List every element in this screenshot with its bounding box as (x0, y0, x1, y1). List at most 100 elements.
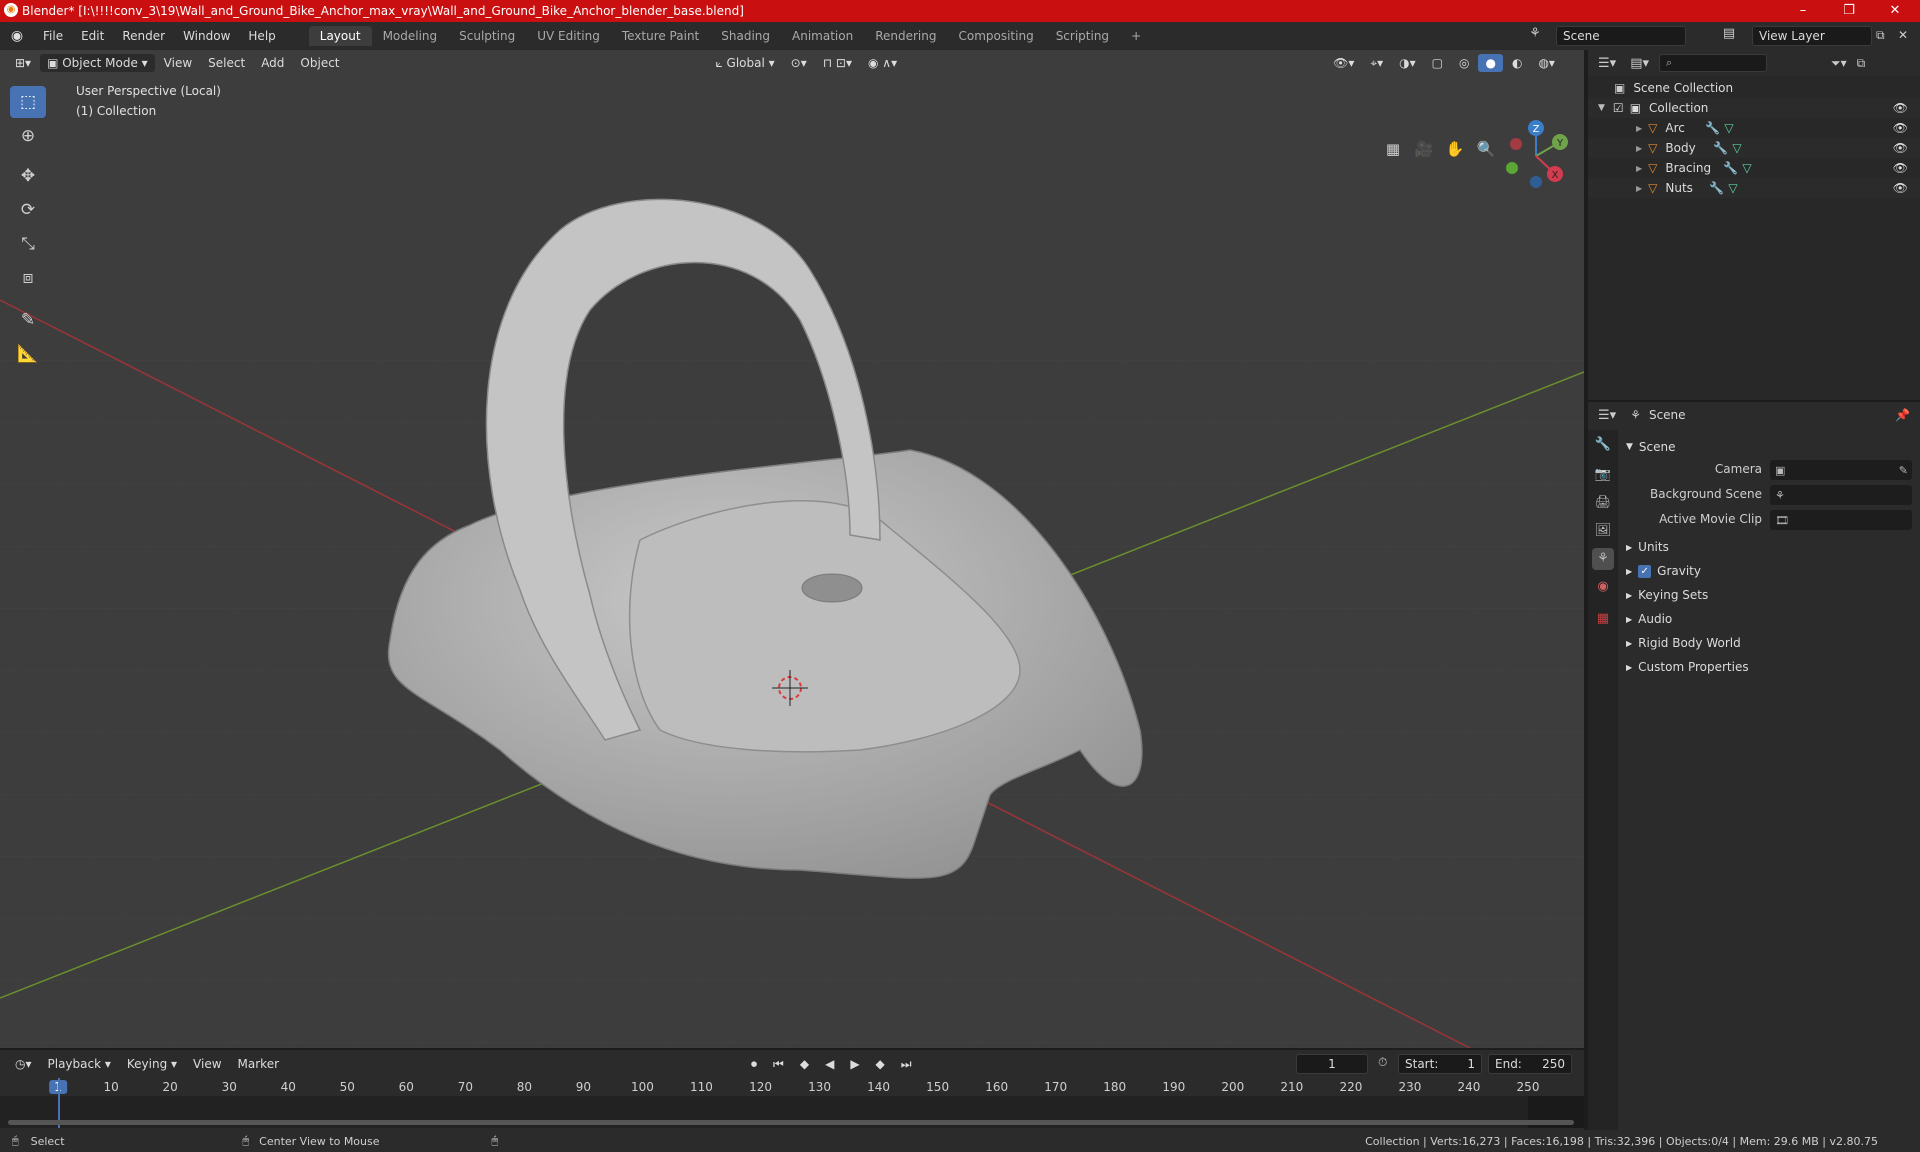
transform-tool-icon[interactable]: ⧈ (10, 262, 46, 294)
record-button-icon[interactable]: ⏺ (744, 1055, 764, 1074)
outliner-editor-icon[interactable]: ☰▾ (1598, 56, 1616, 71)
overlay-toggle-icon[interactable]: ◑▾ (1392, 54, 1423, 72)
properties-editor-icon[interactable]: ☰▾ (1598, 408, 1616, 423)
tab-compositing[interactable]: Compositing (947, 26, 1044, 46)
prev-keyframe-icon[interactable]: ◆ (793, 1055, 816, 1073)
expand-arrow-icon[interactable]: ▶ (1636, 164, 1642, 173)
keying-sets-panel-header[interactable]: ▶ Keying Sets (1622, 584, 1916, 606)
menu-view[interactable]: View (157, 54, 199, 72)
tab-sculpting[interactable]: Sculpting (448, 26, 526, 46)
current-frame-field[interactable]: 1 (1296, 1054, 1368, 1074)
zoom-view-icon[interactable]: 🔍 (1473, 136, 1499, 162)
wireframe-shading-icon[interactable]: ◎ (1452, 54, 1476, 72)
stopwatch-icon[interactable]: ⏱ (1378, 1055, 1387, 1070)
annotate-tool-icon[interactable]: ✎ (10, 304, 46, 336)
collection-checkbox-icon[interactable]: ☑ (1613, 101, 1624, 115)
solid-shading-icon[interactable]: ● (1478, 54, 1503, 72)
close-button[interactable]: ✕ (1872, 0, 1918, 22)
filter-icon[interactable]: ⏷▾ (1831, 56, 1847, 71)
tab-scripting[interactable]: Scripting (1045, 26, 1120, 46)
custom-properties-panel-header[interactable]: ▶ Custom Properties (1622, 656, 1916, 678)
pivot-icon[interactable]: ⊙▾ (784, 54, 814, 72)
bracing-visibility-eye-icon[interactable]: 👁 (1893, 161, 1908, 175)
outliner-row-bracing[interactable]: ▶ ▽ Bracing 🔧 ▽ 👁 (1588, 158, 1920, 178)
expand-arrow-icon[interactable]: ▶ (1636, 184, 1642, 193)
snap-icon[interactable]: ⊓ ⊡▾ (816, 54, 859, 72)
timeline-scrollbar[interactable] (8, 1120, 1574, 1125)
rigid-body-world-panel-header[interactable]: ▶ Rigid Body World (1622, 632, 1916, 654)
units-panel-header[interactable]: ▶ Units (1622, 536, 1916, 558)
timeline-track-area[interactable]: 1102030405060708090100110120130140150160… (0, 1078, 1584, 1128)
expand-arrow-icon[interactable]: ▶ (1636, 144, 1642, 153)
audio-panel-header[interactable]: ▶ Audio (1622, 608, 1916, 630)
tab-shading[interactable]: Shading (710, 26, 781, 46)
menu-keying[interactable]: Keying ▾ (120, 1055, 184, 1073)
blender-menu-icon[interactable]: ◉ (0, 28, 34, 44)
menu-object[interactable]: Object (293, 54, 346, 72)
pin-icon[interactable]: 📌 (1895, 408, 1910, 422)
jump-start-icon[interactable]: ⏮ (766, 1055, 791, 1074)
add-workspace-button[interactable]: + (1120, 26, 1152, 46)
background-scene-field[interactable]: ⚘ (1770, 485, 1912, 505)
outliner-row-body[interactable]: ▶ ▽ Body 🔧 ▽ 👁 (1588, 138, 1920, 158)
scale-tool-icon[interactable]: ⤡ (10, 228, 46, 260)
maximize-button[interactable]: ❐ (1826, 0, 1872, 22)
outliner-row-scene-collection[interactable]: ▣ Scene Collection (1588, 78, 1920, 98)
pan-view-hand-icon[interactable]: ✋ (1442, 136, 1468, 162)
transform-orientation-dropdown[interactable]: ⟀ Global ▾ (709, 54, 782, 73)
tab-modeling[interactable]: Modeling (372, 26, 449, 46)
editor-type-icon[interactable]: ⊞▾ (8, 54, 38, 72)
select-box-tool-icon[interactable]: ⬚ (10, 86, 46, 118)
mode-dropdown[interactable]: ▣ Object Mode ▾ (40, 54, 155, 72)
view-layer-selector[interactable]: View Layer (1752, 26, 1872, 46)
remove-view-layer-icon[interactable]: ✕ (1898, 28, 1914, 42)
gizmo-toggle-icon[interactable]: ⌖▾ (1363, 54, 1390, 73)
timeline-editor-icon[interactable]: ◷▾ (8, 1055, 39, 1073)
material-shading-icon[interactable]: ◐ (1505, 54, 1529, 72)
gravity-panel-header[interactable]: ▶ ✓ Gravity (1622, 560, 1916, 582)
new-collection-icon[interactable]: ⧉ (1857, 56, 1866, 71)
rotate-tool-icon[interactable]: ⟳ (10, 194, 46, 226)
play-reverse-icon[interactable]: ◀ (818, 1055, 841, 1073)
new-view-layer-icon[interactable]: ⧉ (1876, 28, 1892, 43)
menu-marker[interactable]: Marker (231, 1055, 286, 1073)
tab-texture-paint[interactable]: Texture Paint (611, 26, 710, 46)
menu-file[interactable]: File (34, 29, 72, 43)
start-frame-field[interactable]: Start: 1 (1398, 1054, 1482, 1074)
visibility-icon[interactable]: 👁▾ (1326, 54, 1361, 72)
outliner-search-input[interactable]: ⌕ (1659, 54, 1767, 72)
tab-animation[interactable]: Animation (781, 26, 864, 46)
nuts-visibility-eye-icon[interactable]: 👁 (1893, 181, 1908, 195)
xray-toggle-icon[interactable]: ▢ (1425, 54, 1450, 72)
minimize-button[interactable]: – (1780, 0, 1826, 22)
menu-timeline-view[interactable]: View (186, 1055, 228, 1073)
expand-arrow-icon[interactable]: ▶ (1636, 124, 1642, 133)
world-tab-icon[interactable]: ◉ (1592, 576, 1614, 598)
collapse-arrow-icon[interactable]: ▼ (1598, 103, 1605, 113)
menu-edit[interactable]: Edit (72, 29, 113, 43)
menu-window[interactable]: Window (174, 29, 239, 43)
display-mode-icon[interactable]: ▤▾ (1630, 56, 1649, 71)
scene-selector[interactable]: Scene (1556, 26, 1686, 46)
scene-icon[interactable]: ⚘ (1526, 26, 1544, 46)
tab-rendering[interactable]: Rendering (864, 26, 947, 46)
view-layer-icon[interactable]: ▤ (1720, 26, 1738, 46)
body-visibility-eye-icon[interactable]: 👁 (1893, 141, 1908, 155)
outliner-row-arc[interactable]: ▶ ▽ Arc 🔧 ▽ 👁 (1588, 118, 1920, 138)
camera-field[interactable]: ▣ ✎ (1770, 460, 1912, 480)
next-keyframe-icon[interactable]: ◆ (869, 1055, 892, 1073)
texture-tab-icon[interactable]: ▦ (1592, 608, 1614, 630)
menu-add[interactable]: Add (254, 54, 291, 72)
menu-help[interactable]: Help (239, 29, 284, 43)
measure-tool-icon[interactable]: 📐 (10, 338, 46, 370)
menu-playback[interactable]: Playback ▾ (41, 1055, 118, 1073)
scene-tab-icon[interactable]: ⚘ (1592, 548, 1614, 570)
proportional-edit-icon[interactable]: ◉ ∧▾ (861, 54, 904, 72)
end-frame-field[interactable]: End: 250 (1488, 1054, 1572, 1074)
active-movie-clip-field[interactable]: 🎞 (1770, 510, 1912, 530)
tab-layout[interactable]: Layout (308, 26, 372, 46)
outliner-row-collection[interactable]: ▼ ☑ ▣ Collection 👁 (1588, 98, 1920, 118)
rendered-shading-icon[interactable]: ◍▾ (1531, 54, 1562, 72)
menu-render[interactable]: Render (113, 29, 174, 43)
outliner-row-nuts[interactable]: ▶ ▽ Nuts 🔧 ▽ 👁 (1588, 178, 1920, 198)
